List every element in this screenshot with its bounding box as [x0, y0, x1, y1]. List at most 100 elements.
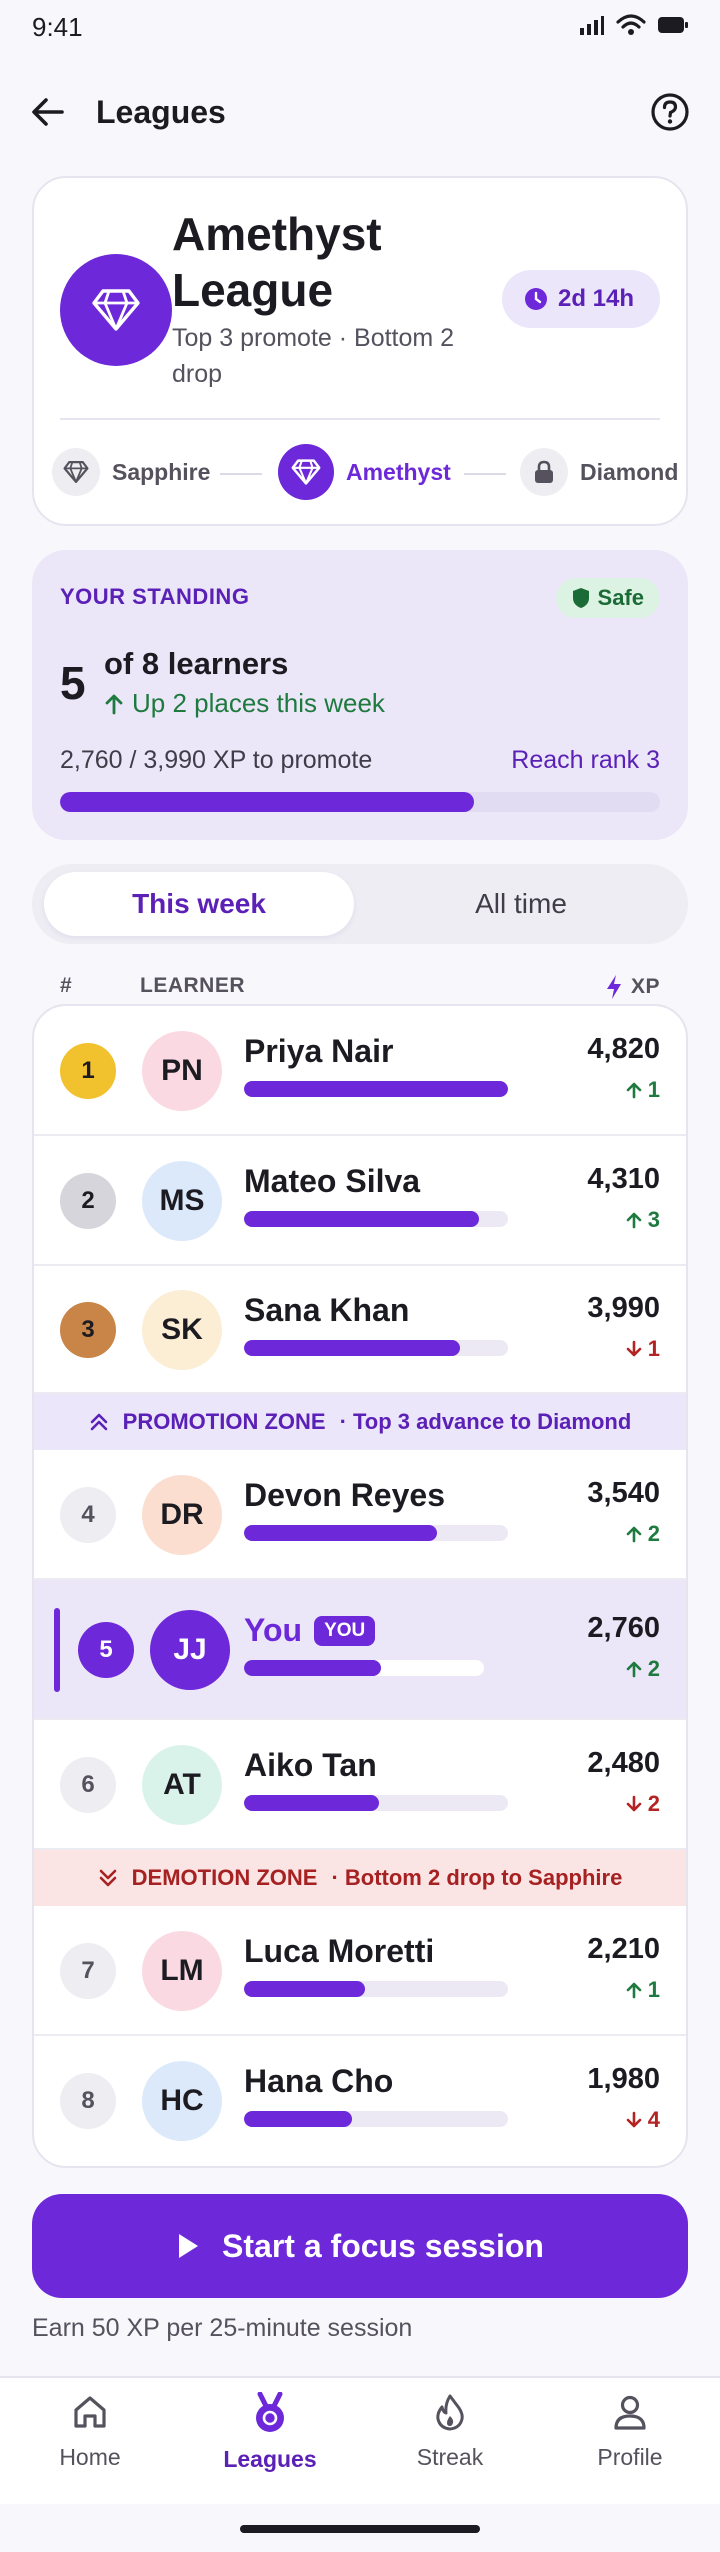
- xp-progress-fill: [244, 1081, 508, 1097]
- learner-name: Devon Reyes: [244, 1477, 445, 1514]
- tab-profile[interactable]: Profile: [540, 2392, 720, 2492]
- rank-delta: 2: [626, 1521, 660, 1547]
- arrow-left-icon: [30, 94, 66, 130]
- rank-badge: 8: [60, 2073, 116, 2129]
- promotion-progress-fill: [60, 792, 474, 812]
- learner-name: Priya Nair: [244, 1033, 393, 1070]
- demotion-zone-desc: · Bottom 2 drop to Sapphire: [331, 1865, 623, 1890]
- avatar: AT: [142, 1745, 222, 1825]
- wifi-icon: [616, 14, 646, 36]
- avatar: DR: [142, 1475, 222, 1555]
- tab-leagues[interactable]: Leagues: [180, 2392, 360, 2492]
- promotion-zone-title: PROMOTION ZONE: [122, 1409, 326, 1434]
- play-icon: [176, 2232, 200, 2260]
- rank-badge: 1: [60, 1043, 116, 1099]
- xp-progress-bar: [244, 1981, 508, 1997]
- avatar: PN: [142, 1031, 222, 1111]
- rank-delta-value: 4: [647, 2107, 660, 2132]
- tier-label: Sapphire: [112, 458, 211, 485]
- learner-name-text: Devon Reyes: [244, 1477, 445, 1513]
- column-header-rank: #: [60, 974, 73, 997]
- tab-streak[interactable]: Streak: [360, 2392, 540, 2492]
- gem-icon: [278, 444, 334, 500]
- app-bar: Leagues: [0, 80, 720, 144]
- rank-change-text: Up 2 places this week: [132, 688, 385, 718]
- status-badge: Safe: [555, 578, 660, 618]
- learner-name-text: Hana Cho: [244, 2063, 394, 2099]
- leaderboard-row[interactable]: 8 HC Hana Cho 1,980 4: [34, 2036, 686, 2166]
- tier-connector: [464, 473, 506, 475]
- help-button[interactable]: [644, 86, 696, 138]
- start-focus-session-button[interactable]: Start a focus session: [32, 2194, 688, 2298]
- rank-number: 5: [60, 657, 86, 709]
- divider: [60, 418, 660, 420]
- xp-progress-fill: [244, 1340, 461, 1356]
- xp-header-label: XP: [630, 975, 660, 998]
- rank-delta: 2: [626, 1791, 660, 1817]
- avatar: HC: [142, 2061, 222, 2141]
- tier-diamond[interactable]: Diamond: [520, 448, 678, 496]
- learner-name-text: Sana Khan: [244, 1292, 410, 1328]
- xp-progress-bar: [244, 1211, 508, 1227]
- lock-icon: [520, 448, 568, 496]
- learner-name-text: You: [244, 1612, 303, 1648]
- column-header-xp: XP: [605, 974, 660, 1000]
- rank-badge: 7: [60, 1943, 116, 1999]
- status-bar: 9:41: [0, 0, 720, 56]
- leaderboard-row[interactable]: 6 AT Aiko Tan 2,480 2: [34, 1720, 686, 1850]
- rank-delta-value: 2: [647, 1791, 660, 1816]
- demotion-zone-title: DEMOTION ZONE: [131, 1865, 318, 1890]
- leaderboard-row[interactable]: 4 DR Devon Reyes 3,540 2: [34, 1450, 686, 1580]
- chevrons-up-icon: [89, 1412, 109, 1432]
- xp-progress-bar: [244, 1525, 508, 1541]
- tier-sapphire[interactable]: Sapphire: [52, 448, 210, 496]
- leaderboard-row[interactable]: 1 PN Priya Nair 4,820 1: [34, 1006, 686, 1136]
- arrow-up-icon: [626, 1211, 642, 1229]
- tab-all-time[interactable]: All time: [366, 872, 676, 936]
- leaderboard-row[interactable]: 2 MS Mateo Silva 4,310 3: [34, 1136, 686, 1266]
- reach-rank-link[interactable]: Reach rank 3: [511, 746, 660, 775]
- arrow-down-icon: [626, 1795, 642, 1813]
- rank-delta: 1: [626, 1336, 660, 1362]
- shield-icon: [572, 587, 590, 609]
- tab-label: Streak: [416, 2444, 484, 2470]
- tab-this-week[interactable]: This week: [44, 872, 354, 936]
- leaderboard-row[interactable]: 3 SK Sana Khan 3,990 1: [34, 1266, 686, 1394]
- tier-label: Amethyst: [346, 458, 451, 485]
- xp-value: 2,480: [587, 1747, 660, 1779]
- flame-icon: [430, 2392, 470, 2432]
- medal-icon: [250, 2392, 290, 2434]
- xp-progress-bar: [244, 1340, 508, 1356]
- rank-delta-value: 2: [647, 1656, 660, 1681]
- learner-name: Luca Moretti: [244, 1933, 434, 1970]
- tab-home[interactable]: Home: [0, 2392, 180, 2492]
- arrow-up-icon: [626, 1525, 642, 1543]
- rank-of-text: of 8 learners: [104, 646, 289, 681]
- learner-name: Sana Khan: [244, 1292, 409, 1329]
- tier-label: Diamond: [580, 458, 679, 485]
- rank-change: Up 2 places this week: [104, 688, 385, 719]
- league-card: Amethyst League Top 3 promote · Bottom 2…: [32, 176, 688, 526]
- learner-name-text: Priya Nair: [244, 1033, 394, 1069]
- leaderboard: 8 HC Hana Cho 1,980 4 7 LM Luca Moretti 2,210 1 6 A…: [32, 1004, 688, 2168]
- signal-icon: [580, 15, 604, 35]
- rank-badge: 6: [60, 1757, 116, 1813]
- gem-icon: [91, 287, 141, 333]
- rank-badge: 2: [60, 1173, 116, 1229]
- current-user-row[interactable]: 5 JJ You YOU 2,760 2: [34, 1580, 686, 1720]
- back-button[interactable]: [22, 86, 74, 138]
- xp-progress-fill: [244, 1525, 437, 1541]
- arrow-up-icon: [626, 1660, 642, 1678]
- avatar: LM: [142, 1931, 222, 2011]
- gem-icon: [52, 448, 100, 496]
- rank-delta: 4: [626, 2107, 660, 2133]
- standing-card: YOUR STANDING Safe 5 of 8 learners Up 2 …: [32, 550, 688, 840]
- tier-amethyst[interactable]: Amethyst: [278, 444, 451, 500]
- leaderboard-row[interactable]: 7 LM Luca Moretti 2,210 1: [34, 1906, 686, 2036]
- standing-label: YOUR STANDING: [60, 584, 250, 609]
- promotion-zone-desc: · Top 3 advance to Diamond: [339, 1409, 632, 1434]
- xp-value: 4,310: [587, 1163, 660, 1195]
- xp-progress-fill: [244, 2111, 353, 2127]
- league-badge: [60, 254, 172, 366]
- tab-label: Home: [59, 2444, 121, 2470]
